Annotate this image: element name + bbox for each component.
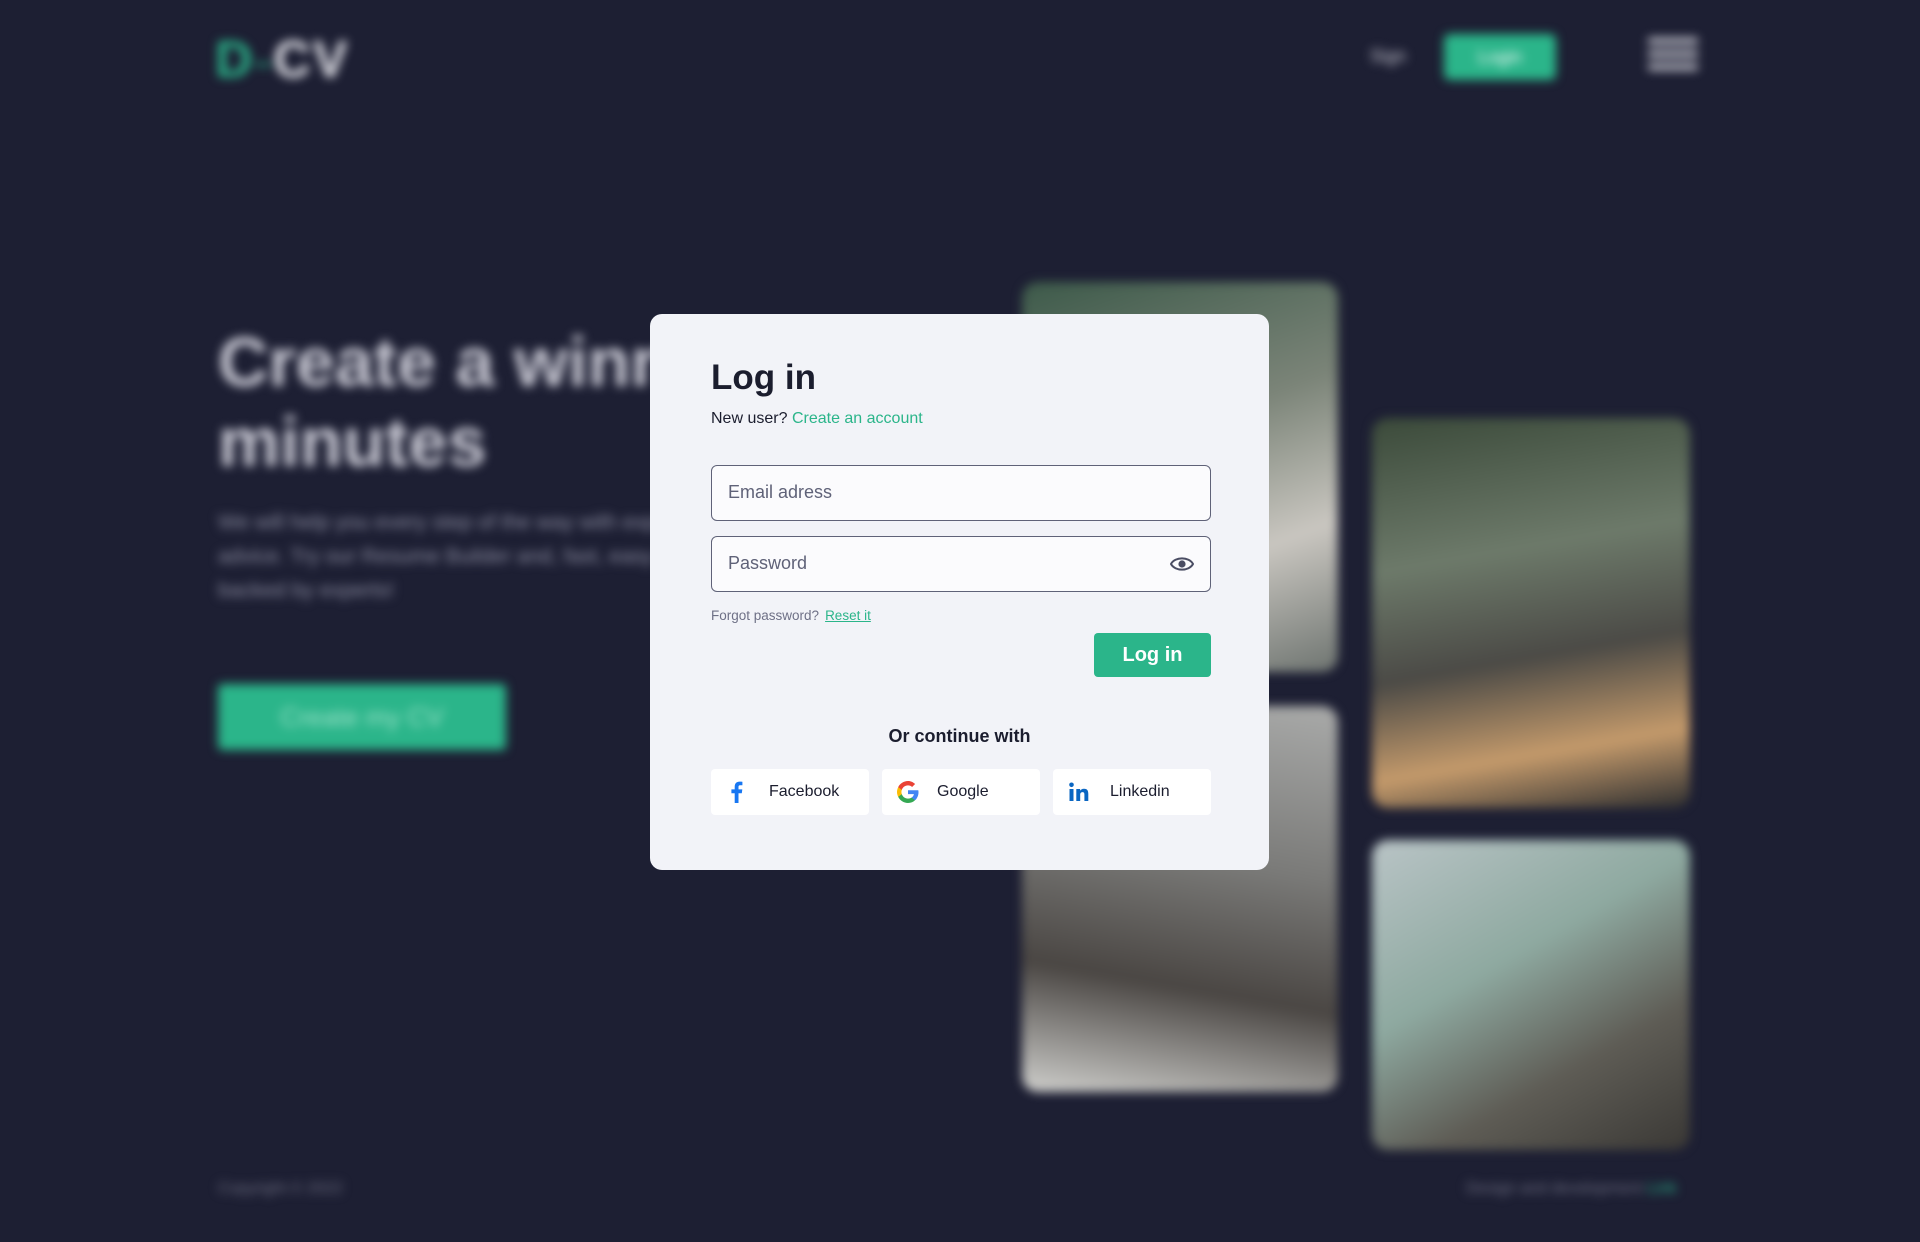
footer-design-text: Design and development: [1466, 1180, 1648, 1197]
forgot-password-text: Forgot password?: [711, 608, 820, 623]
hero-photo-4: [1372, 840, 1690, 1150]
email-input[interactable]: [712, 466, 1152, 519]
linkedin-button[interactable]: Linkedin: [1053, 769, 1211, 815]
google-label: Google: [937, 783, 989, 800]
facebook-button[interactable]: Facebook: [711, 769, 869, 815]
new-user-text: New user?: [711, 410, 788, 427]
logo-dash: –: [254, 46, 274, 80]
password-field[interactable]: [711, 536, 1211, 592]
facebook-label: Facebook: [769, 783, 840, 800]
email-field[interactable]: [711, 465, 1211, 521]
create-account-link[interactable]: Create an account: [792, 410, 923, 427]
hero-photo-2: [1372, 418, 1690, 808]
google-icon: [897, 781, 919, 803]
footer-copyright: Copyright © 2022: [218, 1180, 343, 1197]
linkedin-icon: [1069, 782, 1089, 801]
login-button[interactable]: Log in: [1094, 633, 1211, 677]
reset-password-link[interactable]: Reset it: [825, 608, 871, 623]
footer-design: Design and development Link: [1466, 1180, 1677, 1198]
login-modal: Log in New user? Create an account Forgo…: [650, 314, 1269, 870]
or-continue-with: Or continue with: [888, 726, 1031, 746]
eye-icon[interactable]: [1170, 553, 1194, 575]
hero-create-cv-button: Create my CV: [218, 684, 506, 750]
hero-subtitle: We will help you every step of the way w…: [218, 511, 695, 602]
forgot-password-line: Forgot password? Reset it: [711, 608, 871, 623]
facebook-icon: [731, 781, 743, 803]
logo-cv: CV: [273, 31, 350, 89]
logo: D–CV: [215, 30, 350, 90]
logo-d: D: [215, 31, 255, 89]
footer-design-link: Link: [1647, 1180, 1677, 1197]
linkedin-label: Linkedin: [1110, 783, 1170, 800]
google-button[interactable]: Google: [882, 769, 1040, 815]
nav-sign: Sign: [1370, 46, 1407, 66]
menu-icon: [1648, 38, 1698, 78]
password-input[interactable]: [712, 537, 1152, 590]
modal-title: Log in: [711, 358, 816, 397]
nav-login-button: Login: [1444, 34, 1556, 80]
new-user-line: New user? Create an account: [711, 410, 923, 428]
